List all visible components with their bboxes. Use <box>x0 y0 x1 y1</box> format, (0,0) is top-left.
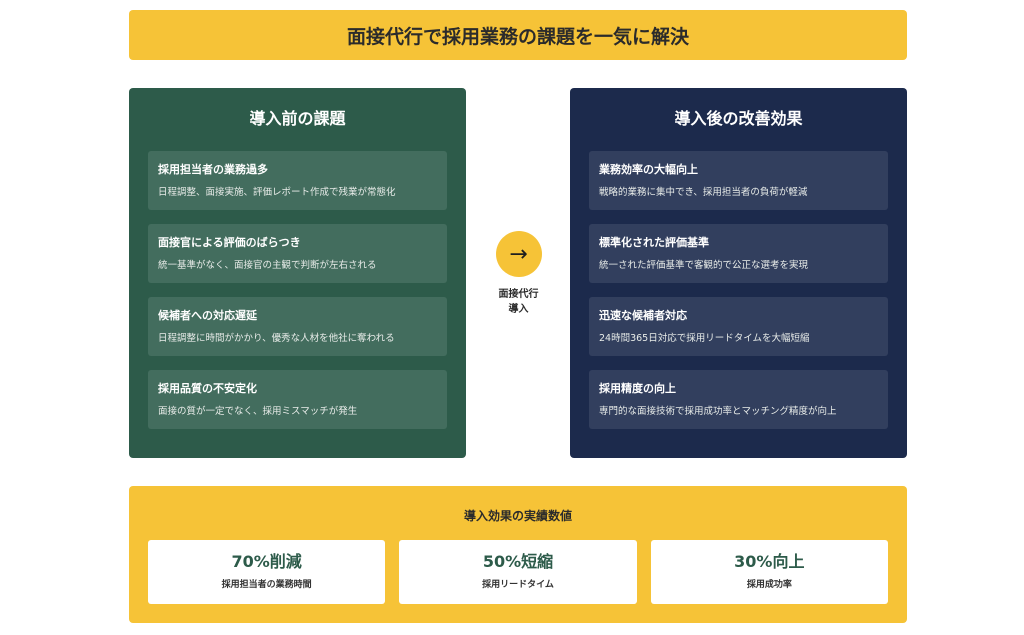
before-card-list: 採用担当者の業務過多 日程調整、面接実施、評価レポート作成で残業が常態化 面接官… <box>148 151 447 429</box>
card-description: 統一された評価基準で客観的で公正な選考を実現 <box>599 260 809 271</box>
metric-value: 70%削減 <box>231 552 302 571</box>
before-panel-title: 導入前の課題 <box>249 109 346 128</box>
card-description: 戦略的業務に集中でき、採用担当者の負荷が軽減 <box>599 187 808 198</box>
metric-card: 50%短縮 採用リードタイム <box>399 540 637 604</box>
metric-card: 70%削減 採用担当者の業務時間 <box>148 540 386 604</box>
card-title: 採用担当者の業務過多 <box>158 163 268 176</box>
card-title: 迅速な候補者対応 <box>599 309 687 322</box>
metric-label: 採用担当者の業務時間 <box>221 580 312 590</box>
card-title: 採用精度の向上 <box>599 382 676 395</box>
after-panel: 導入後の改善効果 業務効率の大幅向上 戦略的業務に集中でき、採用担当者の負荷が軽… <box>570 88 907 458</box>
after-card: 迅速な候補者対応 24時間365日対応で採用リードタイムを大幅短縮 <box>589 297 888 356</box>
metric-label: 採用リードタイム <box>482 580 554 590</box>
metrics-row: 70%削減 採用担当者の業務時間 50%短縮 採用リードタイム 30%向上 採用… <box>148 540 888 604</box>
card-title: 採用品質の不安定化 <box>158 382 257 395</box>
page-title: 面接代行で採用業務の課題を一気に解決 <box>129 10 907 60</box>
results-title: 導入効果の実績数値 <box>463 509 572 523</box>
card-title: 業務効率の大幅向上 <box>599 163 698 176</box>
before-card: 面接官による評価のばらつき 統一基準がなく、面接官の主観で判断が左右される <box>148 224 447 283</box>
before-card: 候補者への対応遅延 日程調整に時間がかかり、優秀な人材を他社に奪われる <box>148 297 447 356</box>
before-card: 採用担当者の業務過多 日程調整、面接実施、評価レポート作成で残業が常態化 <box>148 151 447 210</box>
metric-value: 30%向上 <box>734 552 805 571</box>
after-panel-title: 導入後の改善効果 <box>674 109 803 128</box>
transition-indicator: → 面接代行 導入 <box>467 231 570 317</box>
before-card: 採用品質の不安定化 面接の質が一定でなく、採用ミスマッチが発生 <box>148 370 447 429</box>
card-description: 24時間365日対応で採用リードタイムを大幅短縮 <box>599 333 810 344</box>
card-description: 面接の質が一定でなく、採用ミスマッチが発生 <box>158 406 358 417</box>
card-title: 標準化された評価基準 <box>599 236 709 249</box>
card-description: 日程調整に時間がかかり、優秀な人材を他社に奪われる <box>158 333 395 344</box>
after-card-list: 業務効率の大幅向上 戦略的業務に集中でき、採用担当者の負荷が軽減 標準化された評… <box>589 151 888 429</box>
metric-card: 30%向上 採用成功率 <box>650 540 888 604</box>
results-section: 導入効果の実績数値 70%削減 採用担当者の業務時間 50%短縮 採用リードタイ… <box>129 486 907 623</box>
card-title: 候補者への対応遅延 <box>158 309 257 322</box>
before-panel: 導入前の課題 採用担当者の業務過多 日程調整、面接実施、評価レポート作成で残業が… <box>129 88 466 458</box>
after-card: 標準化された評価基準 統一された評価基準で客観的で公正な選考を実現 <box>589 224 888 283</box>
arrow-right-icon: → <box>495 231 542 277</box>
after-card: 採用精度の向上 専門的な面接技術で採用成功率とマッチング精度が向上 <box>589 370 888 429</box>
metric-value: 50%短縮 <box>482 552 554 571</box>
card-description: 日程調整、面接実施、評価レポート作成で残業が常態化 <box>158 187 396 198</box>
card-description: 統一基準がなく、面接官の主観で判断が左右される <box>158 260 377 271</box>
after-card: 業務効率の大幅向上 戦略的業務に集中でき、採用担当者の負荷が軽減 <box>589 151 888 210</box>
transition-label: 面接代行 導入 <box>498 289 539 315</box>
metric-label: 採用成功率 <box>746 580 792 590</box>
card-title: 面接官による評価のばらつき <box>158 236 301 249</box>
card-description: 専門的な面接技術で採用成功率とマッチング精度が向上 <box>599 406 837 417</box>
